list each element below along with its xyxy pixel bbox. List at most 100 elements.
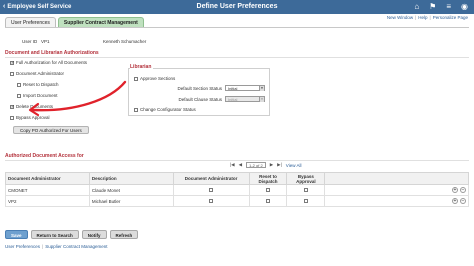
col-bypass-approval: Bypass Approval <box>286 172 326 185</box>
refresh-button[interactable]: Refresh <box>109 230 139 239</box>
import-document-checkbox[interactable]: Import Document <box>17 93 58 98</box>
checkbox-label: Change Configurator Status <box>140 107 196 112</box>
default-section-status-label: Default Section Status <box>177 86 222 91</box>
footer-links: User Preferences | Supplier Contract Manag… <box>5 244 108 249</box>
checkbox-box[interactable] <box>10 71 14 76</box>
chevron-down-icon: ▼ <box>259 97 264 102</box>
cell-admin: VP2 <box>5 195 90 207</box>
bypass-approval-checkbox[interactable]: Bypass Approval <box>10 115 50 120</box>
checkbox-box[interactable] <box>10 115 14 120</box>
checkbox-box[interactable] <box>265 198 270 203</box>
cell-description: Michael Butler <box>88 195 174 207</box>
tab-user-preferences[interactable]: User Preferences <box>5 17 56 27</box>
table-row: VP2 Michael Butler + − <box>5 195 469 207</box>
pager-select[interactable]: 1-2 of 2 <box>246 162 266 168</box>
user-id-value: VP1 <box>41 39 50 44</box>
page-title: Define User Preferences <box>196 3 278 10</box>
checkbox-box[interactable] <box>10 104 15 110</box>
checkbox-box[interactable] <box>303 187 308 192</box>
add-row-icon[interactable]: + <box>452 187 458 193</box>
cell-doc-admin <box>172 195 250 207</box>
return-to-search-button[interactable]: Return to Search <box>30 230 79 239</box>
view-all-link[interactable]: View All <box>286 163 302 168</box>
cell-actions: + − <box>324 195 469 207</box>
table-row: CMONET Claude Monet + − <box>5 184 469 196</box>
notify-button[interactable]: Notify <box>81 230 107 239</box>
default-section-status-select[interactable]: Initial ▼ <box>225 85 265 91</box>
tab-supplier-contract-management[interactable]: Supplier Contract Management <box>57 17 144 27</box>
authorizations-heading: Document and Librarian Authorizations <box>5 50 99 56</box>
add-row-icon[interactable]: + <box>452 198 458 204</box>
checkbox-box[interactable] <box>303 198 308 203</box>
document-administrator-checkbox[interactable]: Document Administrator <box>10 71 64 76</box>
menu-icon[interactable]: ≡ <box>446 2 451 11</box>
personalize-page-link[interactable]: Personalize Page <box>433 15 468 20</box>
flag-icon[interactable]: ⚑ <box>429 2 436 11</box>
default-clause-status-select: Initial ▼ <box>225 96 265 102</box>
cell-reset <box>248 184 288 196</box>
change-configurator-status-checkbox[interactable]: Change Configurator Status <box>134 107 196 112</box>
tab-strip: User Preferences Supplier Contract Manag… <box>5 17 144 27</box>
default-clause-status-label: Default Clause Status <box>178 97 222 102</box>
checkbox-box[interactable] <box>134 107 138 112</box>
checkbox-box[interactable] <box>209 187 214 192</box>
grid-header-row: Document Administrator Description Docum… <box>5 172 469 185</box>
checkbox-box[interactable] <box>209 198 214 203</box>
delete-documents-checkbox[interactable]: Delete Documents <box>10 104 54 110</box>
select-value: Initial <box>228 97 238 102</box>
section-divider <box>5 57 469 58</box>
checkbox-label: Delete Documents <box>16 104 54 109</box>
more-icon[interactable]: ◉ <box>461 2 468 11</box>
home-icon[interactable]: ⌂ <box>414 2 419 11</box>
tab-divider <box>5 27 469 28</box>
authorized-access-grid: Document Administrator Description Docum… <box>5 172 469 207</box>
reset-to-dispatch-checkbox[interactable]: Reset to Dispatch <box>17 82 59 87</box>
checkbox-label: Full Authorization for All Documents <box>16 60 88 65</box>
checkbox-box[interactable] <box>10 60 15 66</box>
last-page-icon[interactable]: ▶| <box>277 162 282 168</box>
user-name: Kenneth Schumacher <box>103 39 147 44</box>
checkbox-label: Bypass Approval <box>16 115 50 120</box>
cell-doc-admin <box>172 184 250 196</box>
delete-row-icon[interactable]: − <box>460 187 466 193</box>
chevron-down-icon[interactable]: ▼ <box>259 86 264 91</box>
checkbox-label: Document Administrator <box>16 71 65 76</box>
col-reset-to-dispatch: Reset to Dispatch <box>248 172 288 185</box>
grid-toolbar: |◀ ◀ 1-2 of 2 ▶ ▶| View All <box>230 162 301 168</box>
footer-user-preferences-link[interactable]: User Preferences <box>5 244 40 249</box>
checkbox-box[interactable] <box>265 187 270 192</box>
top-bar: ‹ Employee Self Service Define User Prefe… <box>0 0 474 14</box>
section-divider <box>5 160 469 161</box>
checkbox-label: Import Document <box>23 93 58 98</box>
checkbox-label: Approve Sections <box>140 76 176 81</box>
authorized-access-heading: Authorized Document Access for <box>5 153 84 159</box>
footer-supplier-contract-link[interactable]: Supplier Contract Management <box>45 244 107 249</box>
select-value: Initial <box>228 86 238 91</box>
cell-actions: + − <box>324 184 469 196</box>
col-document-administrator: Document Administrator <box>5 172 90 185</box>
librarian-heading: Librarian <box>130 64 154 70</box>
checkbox-box[interactable] <box>17 93 21 98</box>
next-page-icon[interactable]: ▶ <box>270 162 273 168</box>
first-page-icon[interactable]: |◀ <box>230 162 235 168</box>
header-links: New Window | Help | Personalize Page <box>386 15 468 20</box>
approve-sections-checkbox[interactable]: Approve Sections <box>134 76 175 81</box>
cell-bypass <box>286 184 326 196</box>
col-doc-admin-flag: Document Administrator <box>172 172 250 185</box>
full-authorization-checkbox[interactable]: Full Authorization for All Documents <box>10 60 88 66</box>
previous-page-icon[interactable]: ◀ <box>239 162 242 168</box>
action-bar: Save Return to Search Notify Refresh <box>5 230 139 239</box>
cell-admin: CMONET <box>5 184 90 196</box>
checkbox-label: Reset to Dispatch <box>23 82 59 87</box>
save-button[interactable]: Save <box>5 230 28 239</box>
checkbox-box[interactable] <box>17 82 21 87</box>
checkbox-box[interactable] <box>134 76 138 81</box>
new-window-link[interactable]: New Window <box>387 15 413 20</box>
cell-bypass <box>286 195 326 207</box>
help-link[interactable]: Help <box>418 15 427 20</box>
col-description: Description <box>88 172 174 185</box>
delete-row-icon[interactable]: − <box>460 198 466 204</box>
col-actions <box>324 172 469 185</box>
cell-description: Claude Monet <box>88 184 174 196</box>
copy-po-authorized-button[interactable]: Copy PO Authorized For Users <box>13 126 89 134</box>
